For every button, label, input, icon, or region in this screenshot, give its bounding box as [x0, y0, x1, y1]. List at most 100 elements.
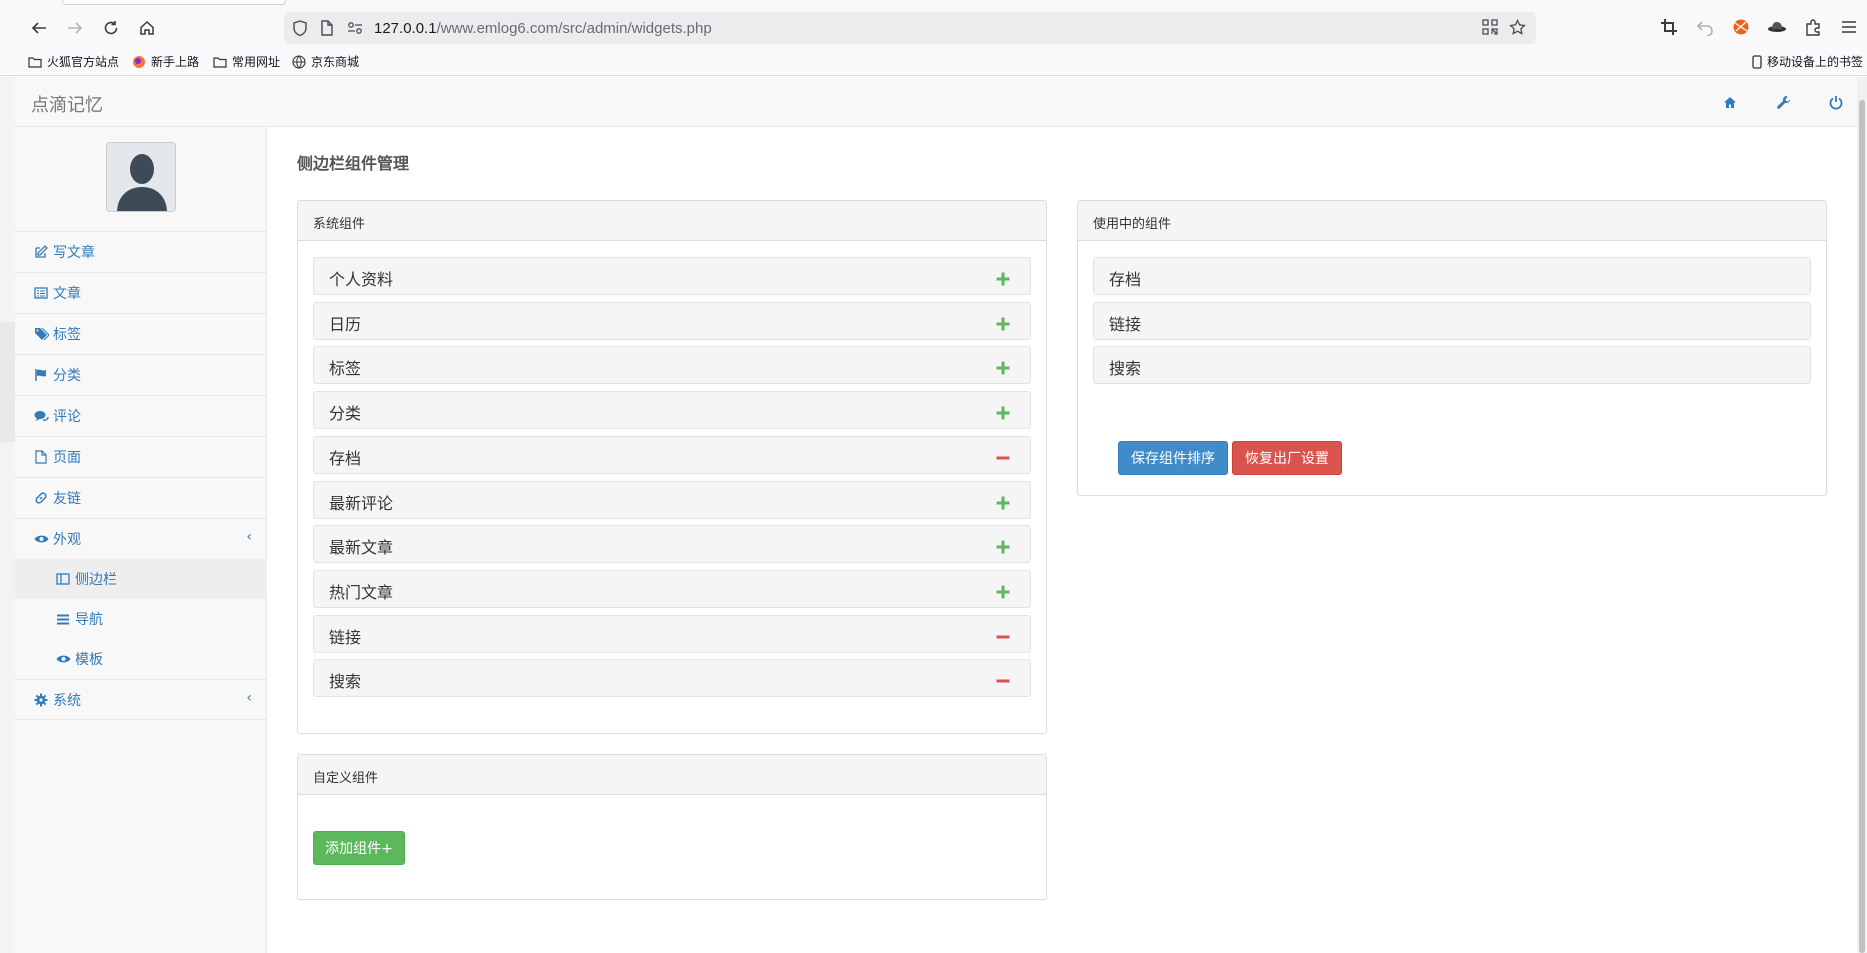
- cog-icon: [33, 692, 49, 708]
- reload-icon[interactable]: [98, 15, 124, 41]
- system-widget-row[interactable]: 最新文章: [313, 525, 1031, 564]
- active-widget-row[interactable]: 搜索: [1093, 346, 1811, 385]
- system-widget-row[interactable]: 搜索: [313, 659, 1031, 698]
- sidebar-subitem-label: 模板: [75, 652, 103, 668]
- bookmarks-bar: 火狐官方站点 新手上路 常用网址 京东商城 移动设备上的书签: [0, 50, 1867, 74]
- sidebar-subitem-sidebar[interactable]: 侧边栏: [15, 559, 267, 599]
- active-widgets-panel: 使用中的组件 存档 链接 搜索 保存组件排序 恢复出厂设置: [1077, 200, 1827, 496]
- sidebar-item-links[interactable]: 友链: [15, 477, 267, 518]
- bookmark-label: 京东商城: [311, 55, 360, 69]
- chevron-left-icon[interactable]: ‹: [246, 690, 252, 706]
- bookmark-common-sites[interactable]: 常用网址: [213, 53, 280, 70]
- system-widget-row[interactable]: 链接: [313, 614, 1031, 653]
- sidebar-item-system[interactable]: 系统 ‹: [15, 679, 267, 720]
- sidebar-item-label: 文章: [53, 286, 81, 302]
- panel-heading: 系统组件: [298, 201, 1046, 241]
- sidebar-subitem-label: 导航: [75, 612, 103, 628]
- sidebar-item-pages[interactable]: 页面: [15, 436, 267, 477]
- page-title: 侧边栏组件管理: [297, 154, 410, 173]
- widget-label: 日历: [329, 314, 362, 334]
- system-widget-row[interactable]: 日历: [313, 301, 1031, 340]
- remove-widget-icon[interactable]: [996, 673, 1010, 687]
- power-icon[interactable]: [1827, 93, 1845, 111]
- sidebar-item-label: 页面: [53, 450, 81, 466]
- active-widget-row[interactable]: 链接: [1093, 301, 1811, 340]
- forward-icon[interactable]: [62, 15, 88, 41]
- widget-label: 分类: [329, 404, 362, 424]
- sidebar-item-label: 标签: [53, 327, 81, 343]
- add-widget-icon[interactable]: [996, 495, 1010, 509]
- widget-label: 最新评论: [329, 493, 394, 513]
- extension-hat-icon[interactable]: [1765, 15, 1789, 39]
- widget-label: 存档: [1109, 270, 1142, 289]
- system-widget-row[interactable]: 最新评论: [313, 480, 1031, 519]
- sidebar-item-comments[interactable]: 评论: [15, 395, 267, 436]
- chevron-left-icon[interactable]: ‹: [246, 529, 252, 545]
- active-widget-row[interactable]: 存档: [1093, 257, 1811, 295]
- system-widget-row[interactable]: 标签: [313, 346, 1031, 385]
- add-widget-button[interactable]: 添加组件+: [313, 831, 405, 865]
- permissions-icon[interactable]: [346, 19, 364, 41]
- remove-widget-icon[interactable]: [996, 450, 1010, 464]
- add-widget-icon[interactable]: [996, 405, 1010, 420]
- bookmark-label: 新手上路: [151, 55, 200, 69]
- system-widget-row[interactable]: 分类: [313, 391, 1031, 430]
- sidebar: 写文章 文章 标签 分类 评论 页面 友链 外观 ‹ 侧边栏 导航 模板 系统 …: [15, 127, 267, 953]
- undo-icon[interactable]: [1693, 15, 1717, 39]
- add-widget-icon[interactable]: [996, 584, 1010, 599]
- add-widget-icon[interactable]: [996, 271, 1010, 286]
- scrollbar-thumb[interactable]: [1859, 100, 1865, 953]
- sidebar-item-tags[interactable]: 标签: [15, 313, 267, 354]
- extension-ball-icon[interactable]: [1729, 15, 1753, 39]
- add-widget-icon[interactable]: [996, 316, 1010, 331]
- url-bar[interactable]: 127.0.0.1/www.emlog6.com/src/admin/widge…: [284, 12, 1536, 44]
- browser-toolbar: 127.0.0.1/www.emlog6.com/src/admin/widge…: [0, 0, 1867, 76]
- columns-icon: [55, 571, 71, 587]
- extensions-icon[interactable]: [1801, 15, 1825, 39]
- globe-icon: [292, 54, 306, 69]
- widget-label: 搜索: [1109, 359, 1142, 379]
- url-text[interactable]: 127.0.0.1/www.emlog6.com/src/admin/widge…: [374, 20, 712, 37]
- avatar[interactable]: [106, 142, 176, 212]
- reset-defaults-button[interactable]: 恢复出厂设置: [1232, 441, 1342, 475]
- system-widgets-panel: 系统组件 个人资料日历标签分类存档最新评论最新文章热门文章链接搜索: [297, 200, 1047, 734]
- shield-icon[interactable]: [292, 19, 308, 41]
- folder-icon: [28, 56, 42, 68]
- add-widget-icon[interactable]: [996, 360, 1010, 375]
- tags-icon: [33, 326, 49, 342]
- system-widget-row[interactable]: 热门文章: [313, 569, 1031, 608]
- url-path: /www.emlog6.com/src/admin/widgets.php: [436, 20, 712, 37]
- widget-label: 最新文章: [329, 538, 394, 558]
- bookmark-label: 火狐官方站点: [47, 55, 120, 69]
- system-widget-row[interactable]: 存档: [313, 435, 1031, 474]
- bookmark-mobile[interactable]: 移动设备上的书签: [1752, 53, 1863, 70]
- home-icon[interactable]: [134, 15, 160, 41]
- sidebar-subitem-template[interactable]: 模板: [15, 639, 267, 679]
- home-icon[interactable]: [1721, 93, 1739, 111]
- menu-icon[interactable]: [1837, 15, 1861, 39]
- back-icon[interactable]: [26, 15, 52, 41]
- remove-widget-icon[interactable]: [996, 629, 1010, 643]
- app-header: 点滴记忆: [15, 77, 1857, 127]
- add-widget-icon[interactable]: [996, 539, 1010, 554]
- browser-tab[interactable]: [62, 0, 286, 5]
- bookmark-firefox-site[interactable]: 火狐官方站点: [28, 53, 119, 70]
- widget-label: 链接: [329, 627, 362, 647]
- widget-label: 搜索: [329, 672, 362, 692]
- page-icon[interactable]: [320, 19, 334, 41]
- sidebar-item-categories[interactable]: 分类: [15, 354, 267, 395]
- sidebar-item-articles[interactable]: 文章: [15, 272, 267, 313]
- save-order-button[interactable]: 保存组件排序: [1118, 441, 1228, 475]
- bookmark-jd-mall[interactable]: 京东商城: [292, 53, 359, 70]
- sidebar-item-write[interactable]: 写文章: [15, 231, 267, 272]
- system-widget-row[interactable]: 个人资料: [313, 257, 1031, 295]
- list-alt-icon: [33, 285, 49, 301]
- bookmark-getting-started[interactable]: 新手上路: [132, 53, 199, 70]
- qr-code-icon[interactable]: [1482, 19, 1498, 39]
- sidebar-subitem-navigation[interactable]: 导航: [15, 599, 267, 639]
- wrench-icon[interactable]: [1774, 93, 1792, 111]
- brand-title[interactable]: 点滴记忆: [31, 91, 103, 117]
- crop-icon[interactable]: [1657, 15, 1681, 39]
- bookmark-star-icon[interactable]: [1509, 18, 1526, 40]
- sidebar-item-appearance[interactable]: 外观 ‹: [15, 518, 267, 559]
